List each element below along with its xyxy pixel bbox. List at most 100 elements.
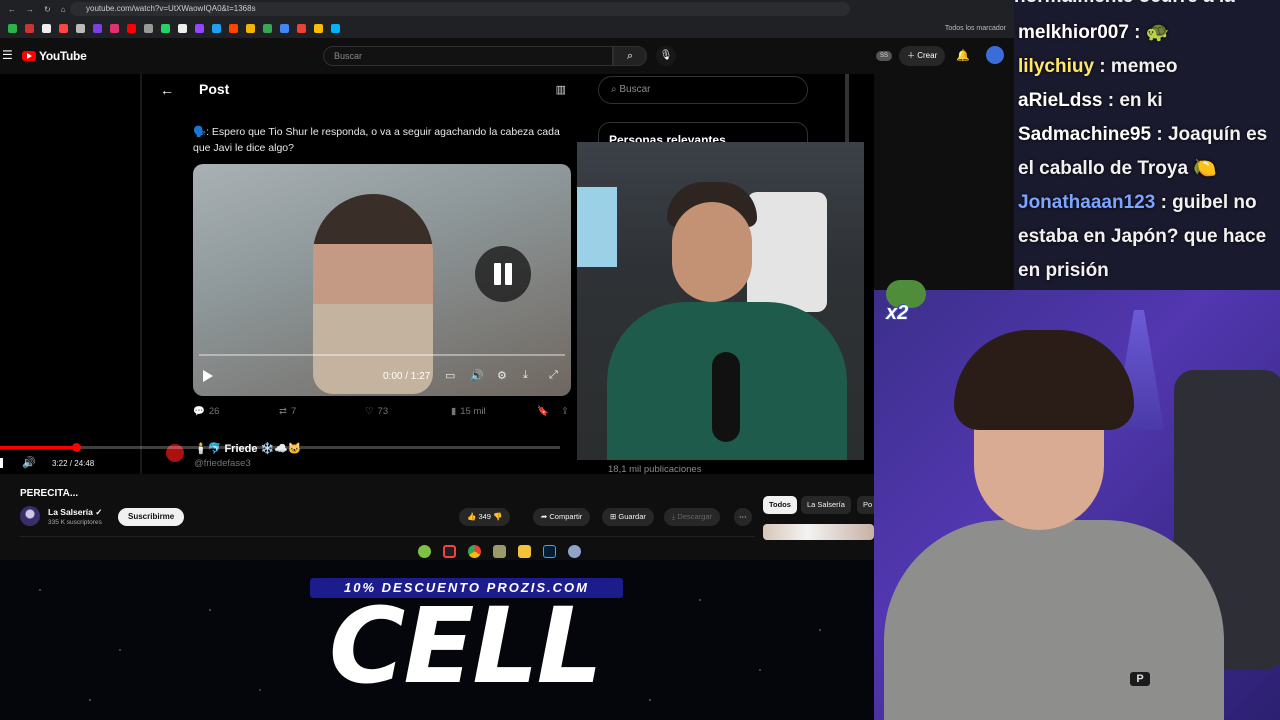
post-video-time: 0:00 / 1:27 bbox=[383, 371, 431, 382]
voice-search-button[interactable]: 🎙 bbox=[656, 46, 676, 66]
bookmark-icon[interactable] bbox=[110, 23, 119, 33]
back-icon[interactable]: ← bbox=[8, 5, 16, 14]
search-button[interactable]: ⌕ bbox=[613, 46, 647, 66]
create-button[interactable]: ＋ Crear bbox=[899, 46, 946, 66]
taskbar-app-icon[interactable] bbox=[493, 544, 506, 558]
chat-username[interactable]: Sadmachine95 bbox=[1018, 124, 1151, 145]
folder-icon[interactable] bbox=[518, 544, 531, 558]
chat-text: : 🐢 bbox=[1128, 22, 1170, 43]
streamer-hair bbox=[954, 330, 1134, 430]
fullscreen-icon[interactable]: ⤢ bbox=[549, 369, 558, 382]
bookmark-icon[interactable] bbox=[331, 23, 340, 33]
progress-scrubber[interactable] bbox=[72, 443, 82, 452]
chip-all[interactable]: Todos bbox=[763, 496, 797, 514]
related-video-thumbnail[interactable] bbox=[763, 524, 874, 540]
more-actions-button[interactable]: ⋯ bbox=[734, 508, 752, 526]
bookmark-icon[interactable] bbox=[246, 23, 255, 33]
bookmark-icon[interactable] bbox=[127, 23, 136, 33]
chat-messages: melkhior007 : 🐢 lilychiuy : memeo aRieLdss… bbox=[1018, 16, 1276, 288]
bookmark-icon[interactable] bbox=[280, 23, 289, 33]
bookmark-icon[interactable] bbox=[229, 23, 238, 33]
bookmark-icon[interactable] bbox=[314, 23, 323, 33]
chip-channel[interactable]: La Salsería bbox=[801, 496, 851, 514]
settings-gear-icon[interactable]: ⚙ bbox=[497, 369, 507, 382]
bookmark-icon[interactable] bbox=[76, 23, 85, 33]
save-button[interactable]: ⊞ Guardar bbox=[602, 508, 654, 526]
video-player[interactable]: ← Post ▥ 🗣️: Espero que Tio Shur le resp… bbox=[0, 74, 874, 474]
reply-icon: 💬 bbox=[193, 406, 205, 417]
photoshop-icon[interactable] bbox=[543, 544, 556, 558]
like-button[interactable]: ♡ 73 bbox=[365, 406, 388, 417]
subscribe-button[interactable]: Suscribirme bbox=[118, 508, 185, 526]
post-video[interactable]: 0:00 / 1:27 ▭ 🔊 ⚙ ⤓ ⤢ bbox=[193, 164, 571, 396]
chat-username[interactable]: Jonathaaan123 bbox=[1018, 192, 1155, 213]
header-badge[interactable]: SS bbox=[876, 51, 892, 61]
bookmark-icon[interactable] bbox=[195, 23, 204, 33]
bookmark-icon[interactable] bbox=[263, 23, 272, 33]
taskbar-app-icon[interactable] bbox=[418, 544, 431, 558]
home-icon[interactable]: ⌂ bbox=[61, 5, 66, 14]
share-button[interactable]: ⇪ bbox=[561, 406, 569, 417]
channel-name[interactable]: La Salsería ✓ bbox=[48, 507, 102, 518]
posts-count: 18,1 mil publicaciones bbox=[608, 464, 702, 474]
pause-button[interactable] bbox=[475, 246, 531, 302]
bookmark-icon[interactable] bbox=[42, 23, 51, 33]
bookmark-icon[interactable] bbox=[93, 23, 102, 33]
bookmark-icon[interactable] bbox=[25, 23, 34, 33]
reader-view-icon[interactable]: ▥ bbox=[556, 83, 566, 96]
youtube-logo-text: YouTube bbox=[39, 49, 87, 63]
stream-layout: ← → ↻ ⌂ youtube.com/watch?v=UtXWaowIQA0&… bbox=[0, 0, 1280, 720]
thumbs-down-icon[interactable]: 👎 bbox=[493, 512, 502, 521]
player-time: 3:22 / 24:48 bbox=[52, 459, 95, 468]
volume-icon[interactable]: 🔊 bbox=[22, 456, 36, 469]
pip-icon[interactable]: ⤓ bbox=[523, 369, 528, 382]
bookmark-icon[interactable] bbox=[59, 23, 68, 33]
bookmark-icon[interactable] bbox=[178, 23, 187, 33]
play-icon[interactable] bbox=[203, 370, 213, 382]
bookmark-button[interactable]: 🔖 bbox=[537, 406, 549, 417]
search-input[interactable]: Buscar bbox=[323, 46, 613, 66]
like-button[interactable]: 👍 349 👎 bbox=[459, 508, 511, 526]
sponsor-brand: CELL bbox=[329, 585, 603, 707]
repost-button[interactable]: ⇄ 7 bbox=[279, 406, 296, 417]
captions-icon[interactable]: ▭ bbox=[445, 369, 455, 382]
back-arrow-icon[interactable]: ← bbox=[160, 82, 174, 98]
notifications-icon[interactable]: 🔔 bbox=[956, 49, 970, 62]
channel-avatar[interactable] bbox=[20, 506, 40, 526]
youtube-header: ☰ YouTube Buscar ⌕ 🎙 SS ＋ Crear 🔔 bbox=[0, 38, 1014, 74]
youtube-logo[interactable]: YouTube bbox=[22, 49, 87, 63]
bookmark-icon[interactable] bbox=[144, 23, 153, 33]
forward-icon[interactable]: → bbox=[26, 5, 34, 14]
views-button[interactable]: ▮ 15 mil bbox=[451, 406, 486, 417]
account-avatar[interactable] bbox=[986, 46, 1004, 64]
menu-icon[interactable]: ☰ bbox=[2, 48, 13, 62]
chat-message: Jonathaaan123 : guibel no estaba en Japó… bbox=[1018, 186, 1276, 288]
all-bookmarks-label[interactable]: Todos los marcador bbox=[945, 25, 1006, 32]
chrome-icon[interactable] bbox=[468, 544, 481, 558]
bookmark-icon[interactable] bbox=[297, 23, 306, 33]
chat-username[interactable]: melkhior007 bbox=[1018, 22, 1129, 43]
reload-icon[interactable]: ↻ bbox=[44, 5, 51, 14]
thumbs-up-icon: 👍 bbox=[467, 512, 479, 521]
taskbar-app-icon[interactable] bbox=[443, 544, 456, 558]
reply-button[interactable]: 💬 26 bbox=[193, 406, 219, 417]
video-progress-bar[interactable] bbox=[0, 443, 560, 452]
share-button[interactable]: ➦ Compartir bbox=[533, 508, 591, 526]
chip-more[interactable]: Po bbox=[857, 496, 874, 514]
chat-username[interactable]: lilychiuy bbox=[1018, 56, 1094, 77]
x-search-input[interactable]: ⌕ Buscar bbox=[598, 76, 808, 104]
volume-icon[interactable]: 🔊 bbox=[470, 369, 484, 382]
chat-message: aRieLdss : en ki bbox=[1018, 84, 1276, 118]
download-button[interactable]: ⤓ Descargar bbox=[664, 508, 721, 526]
bookmark-icon[interactable] bbox=[161, 23, 170, 33]
play-button[interactable] bbox=[0, 458, 3, 468]
video-title: PERECITA... bbox=[20, 488, 79, 499]
divider bbox=[20, 536, 755, 537]
bookmark-icon[interactable] bbox=[8, 23, 17, 33]
browser-window: ← → ↻ ⌂ youtube.com/watch?v=UtXWaowIQA0&… bbox=[0, 0, 1014, 560]
address-bar[interactable]: youtube.com/watch?v=UtXWaowIQA0&t=1368s bbox=[70, 2, 850, 16]
chat-username[interactable]: aRieLdss bbox=[1018, 90, 1102, 111]
taskbar-app-icon[interactable] bbox=[568, 544, 581, 558]
bookmark-icon[interactable] bbox=[212, 23, 221, 33]
post-video-progress[interactable] bbox=[199, 354, 565, 356]
